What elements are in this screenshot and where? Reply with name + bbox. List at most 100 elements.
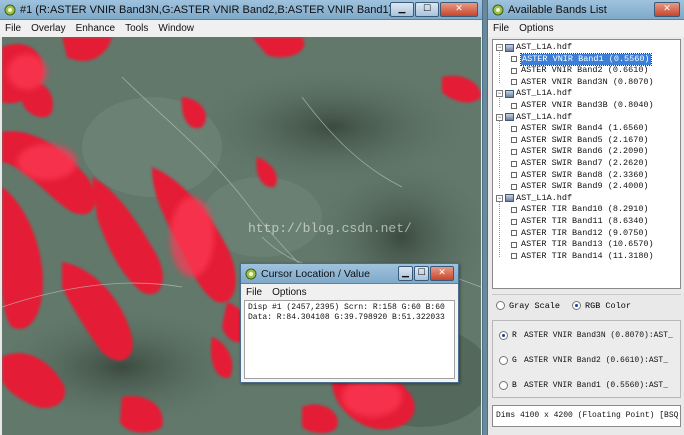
menu-enhance[interactable]: Enhance	[71, 23, 120, 34]
tree-file-label: AST_L1A.hdf	[516, 42, 573, 52]
tree-band-item[interactable]: ASTER VNIR Band3B (0.8040)	[511, 100, 654, 111]
b-channel-label: B	[512, 380, 517, 390]
tree-band-item[interactable]: ASTER SWIR Band5 (2.1670)	[511, 135, 649, 146]
tree-file-node[interactable]: − AST_L1A.hdf	[496, 193, 572, 204]
close-icon[interactable]: ✕	[440, 2, 478, 17]
gray-scale-radio[interactable]	[496, 300, 505, 310]
tree-band-item[interactable]: ASTER VNIR Band3N (0.8070)	[511, 77, 654, 88]
tree-file-node[interactable]: − AST_L1A.hdf	[496, 42, 572, 53]
tree-band-label: ASTER SWIR Band7 (2.2620)	[521, 158, 649, 168]
band-icon	[511, 230, 517, 237]
image-window-titlebar[interactable]: #1 (R:ASTER VNIR Band3N,G:ASTER VNIR Ban…	[0, 0, 482, 20]
tree-file-node[interactable]: − AST_L1A.hdf	[496, 88, 572, 99]
tree-band-item[interactable]: ASTER SWIR Band6 (2.2090)	[511, 146, 649, 157]
gray-scale-option[interactable]: Gray Scale	[496, 301, 560, 311]
menu-file[interactable]: File	[0, 23, 26, 34]
cursor-readout: Disp #1 (2457,2395) Scrn: R:158 G:60 B:6…	[244, 300, 455, 379]
tree-band-label: ASTER VNIR Band3B (0.8040)	[521, 100, 654, 110]
tree-band-item[interactable]: ASTER TIR Band10 (8.2910)	[511, 204, 649, 215]
rgb-row-b[interactable]: B ASTER VNIR Band1 (0.5560):AST_	[493, 373, 680, 397]
bands-window-titlebar[interactable]: Available Bands List ✕	[488, 0, 684, 20]
g-channel-radio[interactable]	[499, 355, 508, 365]
tree-band-item[interactable]: ASTER SWIR Band4 (1.6560)	[511, 123, 649, 134]
g-channel-label: G	[512, 355, 517, 365]
band-icon	[511, 241, 517, 248]
menu-window[interactable]: Window	[153, 23, 199, 34]
tree-band-item[interactable]: ASTER TIR Band14 (11.3180)	[511, 251, 654, 262]
image-window-menubar: File Overlay Enhance Tools Window	[0, 20, 482, 37]
rgb-color-label: RGB Color	[585, 300, 631, 311]
tree-connector-line	[499, 202, 500, 258]
tree-band-item[interactable]: ASTER VNIR Band2 (0.6610)	[511, 65, 649, 76]
tree-band-item[interactable]: ASTER TIR Band13 (10.6570)	[511, 239, 654, 250]
tree-band-item[interactable]: ASTER TIR Band11 (8.6340)	[511, 216, 649, 227]
tree-band-label: ASTER TIR Band14 (11.3180)	[521, 250, 654, 261]
cursor-window-titlebar[interactable]: Cursor Location / Value ▁ ☐ ✕	[241, 264, 458, 284]
tree-band-label: ASTER SWIR Band5 (2.1670)	[521, 134, 649, 145]
tree-file-label: AST_L1A.hdf	[516, 192, 573, 203]
tree-band-label: ASTER SWIR Band6 (2.2090)	[521, 146, 649, 157]
bands-menu-options[interactable]: Options	[514, 23, 558, 34]
cursor-menu-options[interactable]: Options	[267, 287, 311, 298]
tree-band-label: ASTER VNIR Band1 (0.5560)	[520, 52, 652, 66]
tree-band-label: ASTER TIR Band11 (8.6340)	[521, 216, 649, 226]
tree-file-label: AST_L1A.hdf	[516, 88, 573, 99]
tree-band-label: ASTER SWIR Band8 (2.3360)	[521, 169, 649, 180]
rgb-row-r[interactable]: R ASTER VNIR Band3N (0.8070):AST_	[493, 323, 680, 347]
band-icon	[511, 137, 517, 144]
band-icon	[511, 125, 517, 132]
tree-file-label: AST_L1A.hdf	[516, 111, 573, 122]
tree-band-label: ASTER VNIR Band3N (0.8070)	[521, 76, 654, 87]
tree-connector-line	[499, 121, 500, 188]
r-band-field: ASTER VNIR Band3N (0.8070):AST_	[524, 330, 673, 340]
band-icon	[511, 160, 517, 167]
menu-overlay[interactable]: Overlay	[26, 23, 70, 34]
close-icon[interactable]: ✕	[430, 266, 454, 281]
collapse-icon[interactable]: −	[496, 194, 503, 202]
rgb-color-radio[interactable]	[572, 300, 582, 310]
band-icon	[511, 102, 517, 109]
cursor-menu-file[interactable]: File	[241, 287, 267, 298]
tree-band-label: ASTER SWIR Band4 (1.6560)	[521, 123, 649, 134]
band-icon	[511, 172, 517, 179]
tree-band-item[interactable]: ASTER SWIR Band9 (2.4000)	[511, 181, 649, 192]
tree-band-item[interactable]: ASTER TIR Band12 (9.0750)	[511, 228, 649, 239]
available-bands-window: Available Bands List ✕ File Options − AST…	[487, 0, 684, 435]
minimize-icon[interactable]: ▁	[398, 266, 413, 281]
tree-file-node[interactable]: − AST_L1A.hdf	[496, 112, 572, 123]
minimize-icon[interactable]: ▁	[390, 2, 414, 17]
watermark-text: http://blog.csdn.net/	[248, 221, 412, 236]
menu-tools[interactable]: Tools	[120, 23, 153, 34]
tree-band-item[interactable]: ASTER SWIR Band7 (2.2620)	[511, 158, 649, 169]
g-band-field: ASTER VNIR Band2 (0.6610):AST_	[524, 355, 669, 365]
band-icon	[511, 253, 517, 260]
tree-band-item[interactable]: ASTER SWIR Band8 (2.3360)	[511, 170, 649, 181]
envi-app-icon	[4, 4, 16, 15]
bands-menu-file[interactable]: File	[488, 23, 514, 34]
band-tree[interactable]: − AST_L1A.hdf ASTER VNIR Band1 (0.5560) AST…	[492, 39, 681, 289]
band-icon	[511, 67, 517, 74]
maximize-icon[interactable]: ☐	[414, 266, 429, 281]
bands-window-title: Available Bands List	[508, 3, 607, 16]
bands-window-menubar: File Options	[488, 20, 684, 37]
collapse-icon[interactable]: −	[496, 113, 503, 121]
hdf-file-icon	[505, 43, 514, 52]
rgb-row-g[interactable]: G ASTER VNIR Band2 (0.6610):AST_	[493, 348, 680, 372]
band-icon	[511, 183, 517, 190]
tree-band-item[interactable]: ASTER VNIR Band1 (0.5560)	[511, 52, 652, 66]
b-channel-radio[interactable]	[499, 380, 508, 390]
close-icon[interactable]: ✕	[654, 2, 680, 17]
band-icon	[511, 218, 517, 225]
collapse-icon[interactable]: −	[496, 44, 503, 51]
hdf-file-icon	[505, 89, 514, 98]
tree-band-label: ASTER TIR Band13 (10.6570)	[521, 239, 654, 250]
rgb-color-option[interactable]: RGB Color	[572, 301, 631, 311]
collapse-icon[interactable]: −	[496, 90, 503, 98]
r-channel-radio[interactable]	[499, 330, 508, 340]
cursor-location-window: Cursor Location / Value ▁ ☐ ✕ File Optio…	[240, 263, 459, 383]
maximize-icon[interactable]: ☐	[415, 2, 439, 17]
b-band-field: ASTER VNIR Band1 (0.5560):AST_	[524, 380, 669, 390]
r-channel-label: R	[512, 330, 517, 340]
envi-app-icon	[492, 4, 504, 15]
tree-band-label: ASTER TIR Band10 (8.2910)	[521, 204, 649, 215]
